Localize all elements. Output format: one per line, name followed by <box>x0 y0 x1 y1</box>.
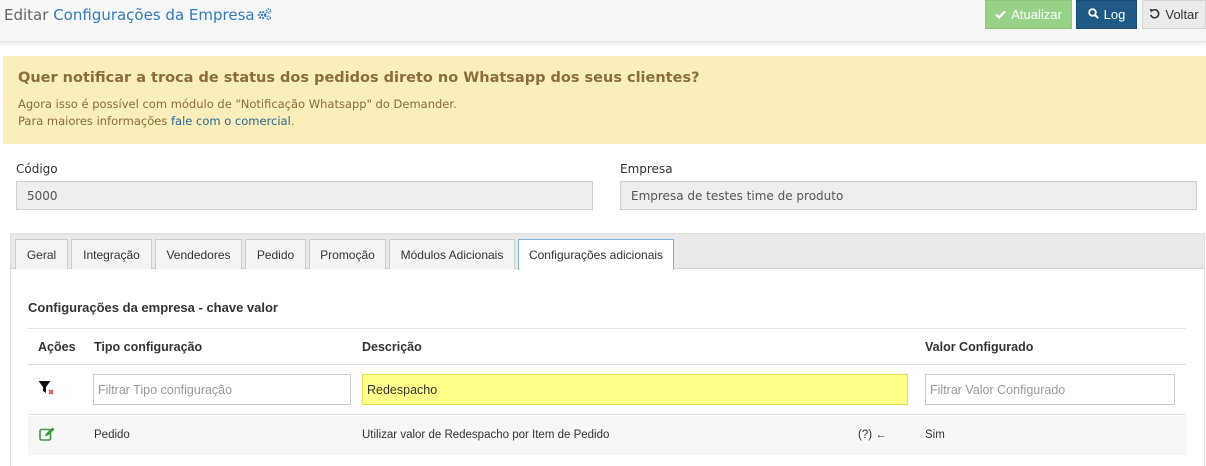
alert-line-2: Para maiores informações fale com o come… <box>18 114 294 128</box>
filter-row <box>28 365 1186 415</box>
alert-title: Quer notificar a troca de status dos ped… <box>18 70 700 86</box>
filter-valor-input[interactable] <box>925 374 1175 405</box>
tab-vendedores[interactable]: Vendedores <box>155 239 242 269</box>
check-icon <box>995 7 1006 22</box>
page-title-main: Configurações da Empresa <box>53 6 255 24</box>
table-row: Pedido Utilizar valor de Redespacho por … <box>28 416 1186 455</box>
empresa-field: Empresa de testes time de produto <box>620 181 1197 210</box>
page-title: Editar Configurações da Empresa <box>4 6 272 24</box>
row-valor: Sim <box>925 429 945 441</box>
tab-modulos-adicionais[interactable]: Módulos Adicionais <box>389 239 515 269</box>
tabs-panel: Geral Integração Vendedores Pedido Promo… <box>10 233 1205 466</box>
codigo-field: 5000 <box>16 181 593 210</box>
alert-line-2-suffix: . <box>290 114 295 128</box>
alert-line-1: Agora isso é possível com módulo de "Not… <box>18 97 457 111</box>
empresa-label: Empresa <box>620 162 673 176</box>
voltar-label: Voltar <box>1165 7 1199 22</box>
log-button[interactable]: Log <box>1076 0 1137 29</box>
row-help[interactable]: (?) ← <box>858 429 887 441</box>
search-icon <box>1087 7 1099 22</box>
filter-tipo-input[interactable] <box>93 374 351 405</box>
contact-sales-link[interactable]: fale com o comercial <box>171 114 291 128</box>
atualizar-button[interactable]: Atualizar <box>985 0 1072 29</box>
row-descricao: Utilizar valor de Redespacho por Item de… <box>362 429 610 441</box>
tab-pedido[interactable]: Pedido <box>245 239 306 269</box>
voltar-button[interactable]: Voltar <box>1142 0 1206 29</box>
filter-clear-icon[interactable] <box>38 380 56 396</box>
edit-icon[interactable] <box>39 427 55 441</box>
whatsapp-promo-alert: Quer notificar a troca de status dos ped… <box>3 56 1206 144</box>
header-bar: Editar Configurações da Empresa Atualiza… <box>0 0 1206 42</box>
tab-strip: Geral Integração Vendedores Pedido Promo… <box>11 234 1204 270</box>
filter-descricao-input[interactable] <box>362 374 908 405</box>
col-descricao[interactable]: Descrição <box>362 340 422 354</box>
tab-promocao[interactable]: Promoção <box>309 239 386 269</box>
row-tipo: Pedido <box>94 429 130 441</box>
atualizar-label: Atualizar <box>1011 7 1062 22</box>
section-title: Configurações da empresa - chave valor <box>28 300 278 315</box>
log-label: Log <box>1103 7 1126 22</box>
tab-geral[interactable]: Geral <box>15 239 68 269</box>
col-valor-configurado[interactable]: Valor Configurado <box>925 340 1033 354</box>
tab-integracao[interactable]: Integração <box>71 239 152 269</box>
gears-icon <box>256 7 272 21</box>
codigo-label: Código <box>16 162 58 176</box>
col-acoes: Ações <box>38 340 76 354</box>
col-tipo-configuracao[interactable]: Tipo configuração <box>94 340 202 354</box>
undo-icon <box>1149 7 1160 22</box>
page-title-prefix: Editar <box>4 6 54 24</box>
alert-line-2-prefix: Para maiores informações <box>18 114 171 128</box>
table-header: Ações Tipo configuração Descrição Valor … <box>28 328 1186 365</box>
tab-configuracoes-adicionais[interactable]: Configurações adicionais <box>518 239 674 270</box>
